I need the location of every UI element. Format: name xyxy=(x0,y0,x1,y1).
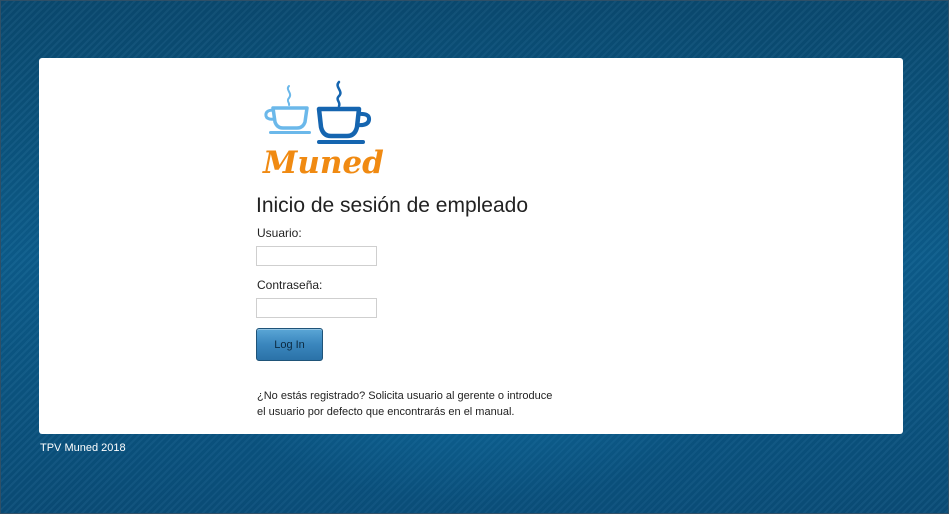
login-card: Muned Inicio de sesión de empleado Usuar… xyxy=(39,58,903,434)
password-input[interactable] xyxy=(256,298,377,318)
cup-large-icon xyxy=(316,106,362,139)
muned-logo: Muned xyxy=(262,80,384,178)
note-line-2: el usuario por defecto que encontrarás e… xyxy=(257,406,515,418)
logo-text: Muned xyxy=(262,145,384,178)
steam-small-icon xyxy=(286,85,292,106)
cup-small-icon xyxy=(271,106,309,130)
steam-large-icon xyxy=(336,80,342,108)
password-label: Contraseña: xyxy=(257,278,323,292)
username-input[interactable] xyxy=(256,246,377,266)
note-line-1: ¿No estás registrado? Solicita usuario a… xyxy=(257,390,553,402)
login-button[interactable]: Log In xyxy=(256,328,323,361)
username-label: Usuario: xyxy=(257,226,302,240)
page-title: Inicio de sesión de empleado xyxy=(256,194,529,217)
registration-note: ¿No estás registrado? Solicita usuario a… xyxy=(257,388,557,420)
footer-text: TPV Muned 2018 xyxy=(40,442,126,454)
